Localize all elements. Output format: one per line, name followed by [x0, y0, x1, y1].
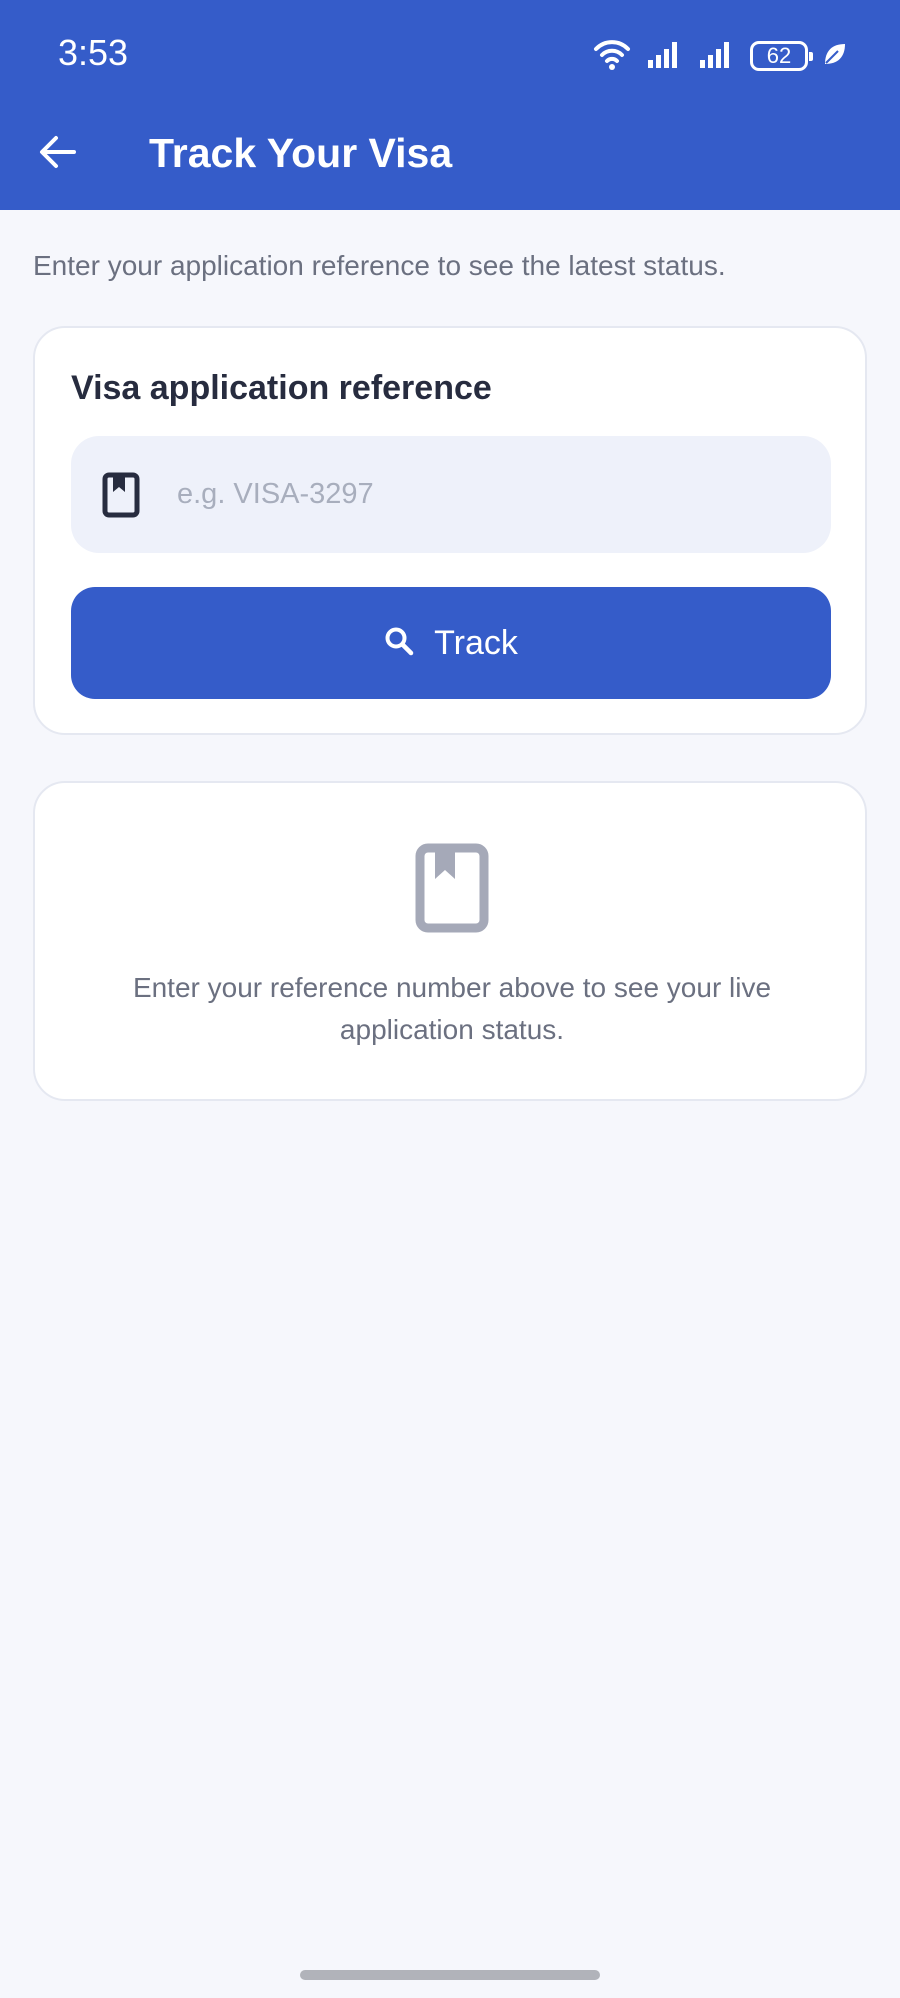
bookmark-book-icon [101, 472, 141, 518]
status-time: 3:53 [58, 32, 129, 73]
battery-level: 62 [766, 43, 792, 68]
bookmark-book-icon [415, 843, 489, 933]
leaf-icon [822, 41, 848, 72]
search-icon [384, 626, 414, 661]
reference-input[interactable] [177, 436, 807, 553]
back-button[interactable] [30, 126, 86, 182]
status-bar: 3:53 62 [0, 0, 900, 110]
app-header: 3:53 62 Track Your Visa [0, 0, 900, 210]
battery-icon: 62 [750, 41, 813, 71]
page-title: Track Your Visa [149, 130, 453, 176]
intro-text: Enter your application reference to see … [33, 250, 726, 281]
reference-form-card: Visa application reference Track [33, 326, 867, 735]
reference-field-label: Visa application reference [71, 369, 492, 407]
track-button[interactable]: Track [71, 587, 831, 699]
track-button-label: Track [434, 624, 518, 662]
signal-icon [646, 38, 684, 75]
reference-input-container[interactable] [71, 436, 831, 553]
status-icons: 62 [592, 36, 848, 76]
arrow-left-icon [38, 134, 78, 175]
home-indicator[interactable] [300, 1970, 600, 1980]
signal-icon [698, 38, 736, 75]
wifi-icon [592, 37, 632, 76]
empty-state-message: Enter your reference number above to see… [132, 972, 772, 1045]
empty-state-card: Enter your reference number above to see… [33, 781, 867, 1101]
